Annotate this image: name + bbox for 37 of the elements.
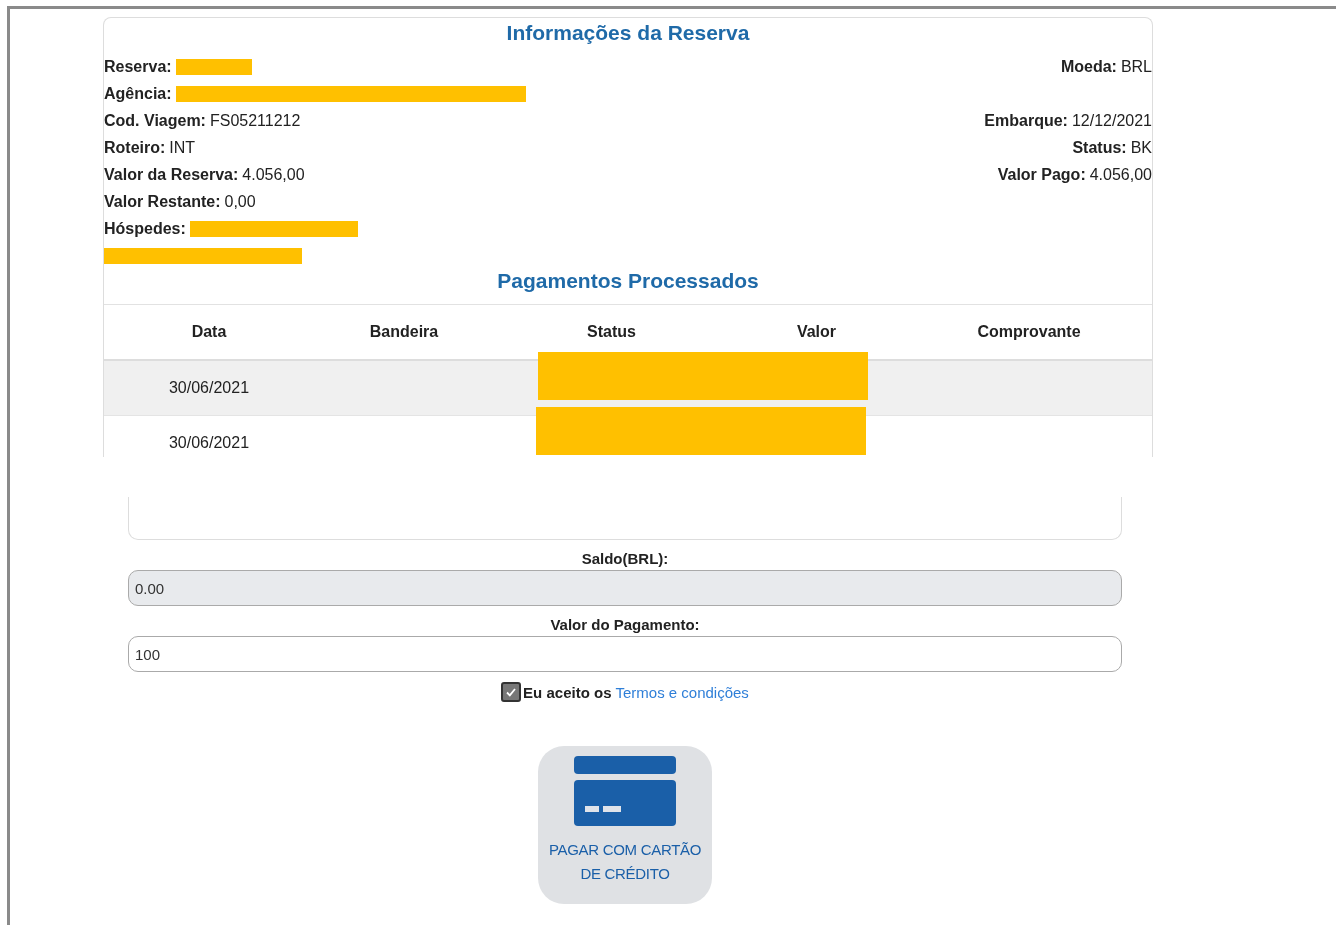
field-label: Saldo(BRL): [581,549,669,569]
credit-card-icon [574,756,676,826]
field-label: Valor Pago: [997,165,1086,184]
terms-label: Eu aceito os [523,683,612,701]
field-label: Embarque: [984,111,1068,130]
table-cell-text: 30/06/2021 [167,434,251,452]
field-label: Status: [1072,138,1127,157]
field-label: Roteiro: [104,138,166,157]
section-title: Pagamentos Processados [496,269,760,294]
checkmark-icon [505,686,518,698]
field-value: 0,00 [224,192,256,211]
field-value: 4.056,00 [242,165,305,184]
field-value: BK [1130,138,1152,157]
column-header: Status [586,323,637,341]
field-label: Cod. Viagem: [104,111,206,130]
column-header: Bandeira [368,323,440,341]
checkbox[interactable] [501,682,522,702]
field-label: Hóspedes: [104,219,186,238]
field-label: Valor da Reserva: [104,165,239,184]
field-label: Valor Restante: [104,192,221,211]
field-label: Valor do Pagamento: [550,615,700,635]
field-label: Reserva: [104,57,172,76]
field-label: Moeda: [1060,57,1117,76]
field-label: Agência: [104,84,172,103]
column-header: Data [190,323,228,341]
column-header: Valor [795,323,838,341]
table-cell-text: 30/06/2021 [167,379,251,397]
field-value: BRL [1120,57,1152,76]
column-header: Comprovante [976,323,1082,341]
field-value: INT [169,138,196,157]
field-value: 12/12/2021 [1071,111,1152,130]
amount-field[interactable]: 100 [128,636,1122,672]
section-title: Informações da Reserva [505,20,751,46]
field-value: FS05211212 [209,111,301,130]
terms-link[interactable]: Termos e condições [615,683,749,701]
field-value: 4.056,00 [1089,165,1152,184]
credit-card-pay-button[interactable]: PAGAR COM CARTÃO DE CRÉDITO [538,746,712,904]
